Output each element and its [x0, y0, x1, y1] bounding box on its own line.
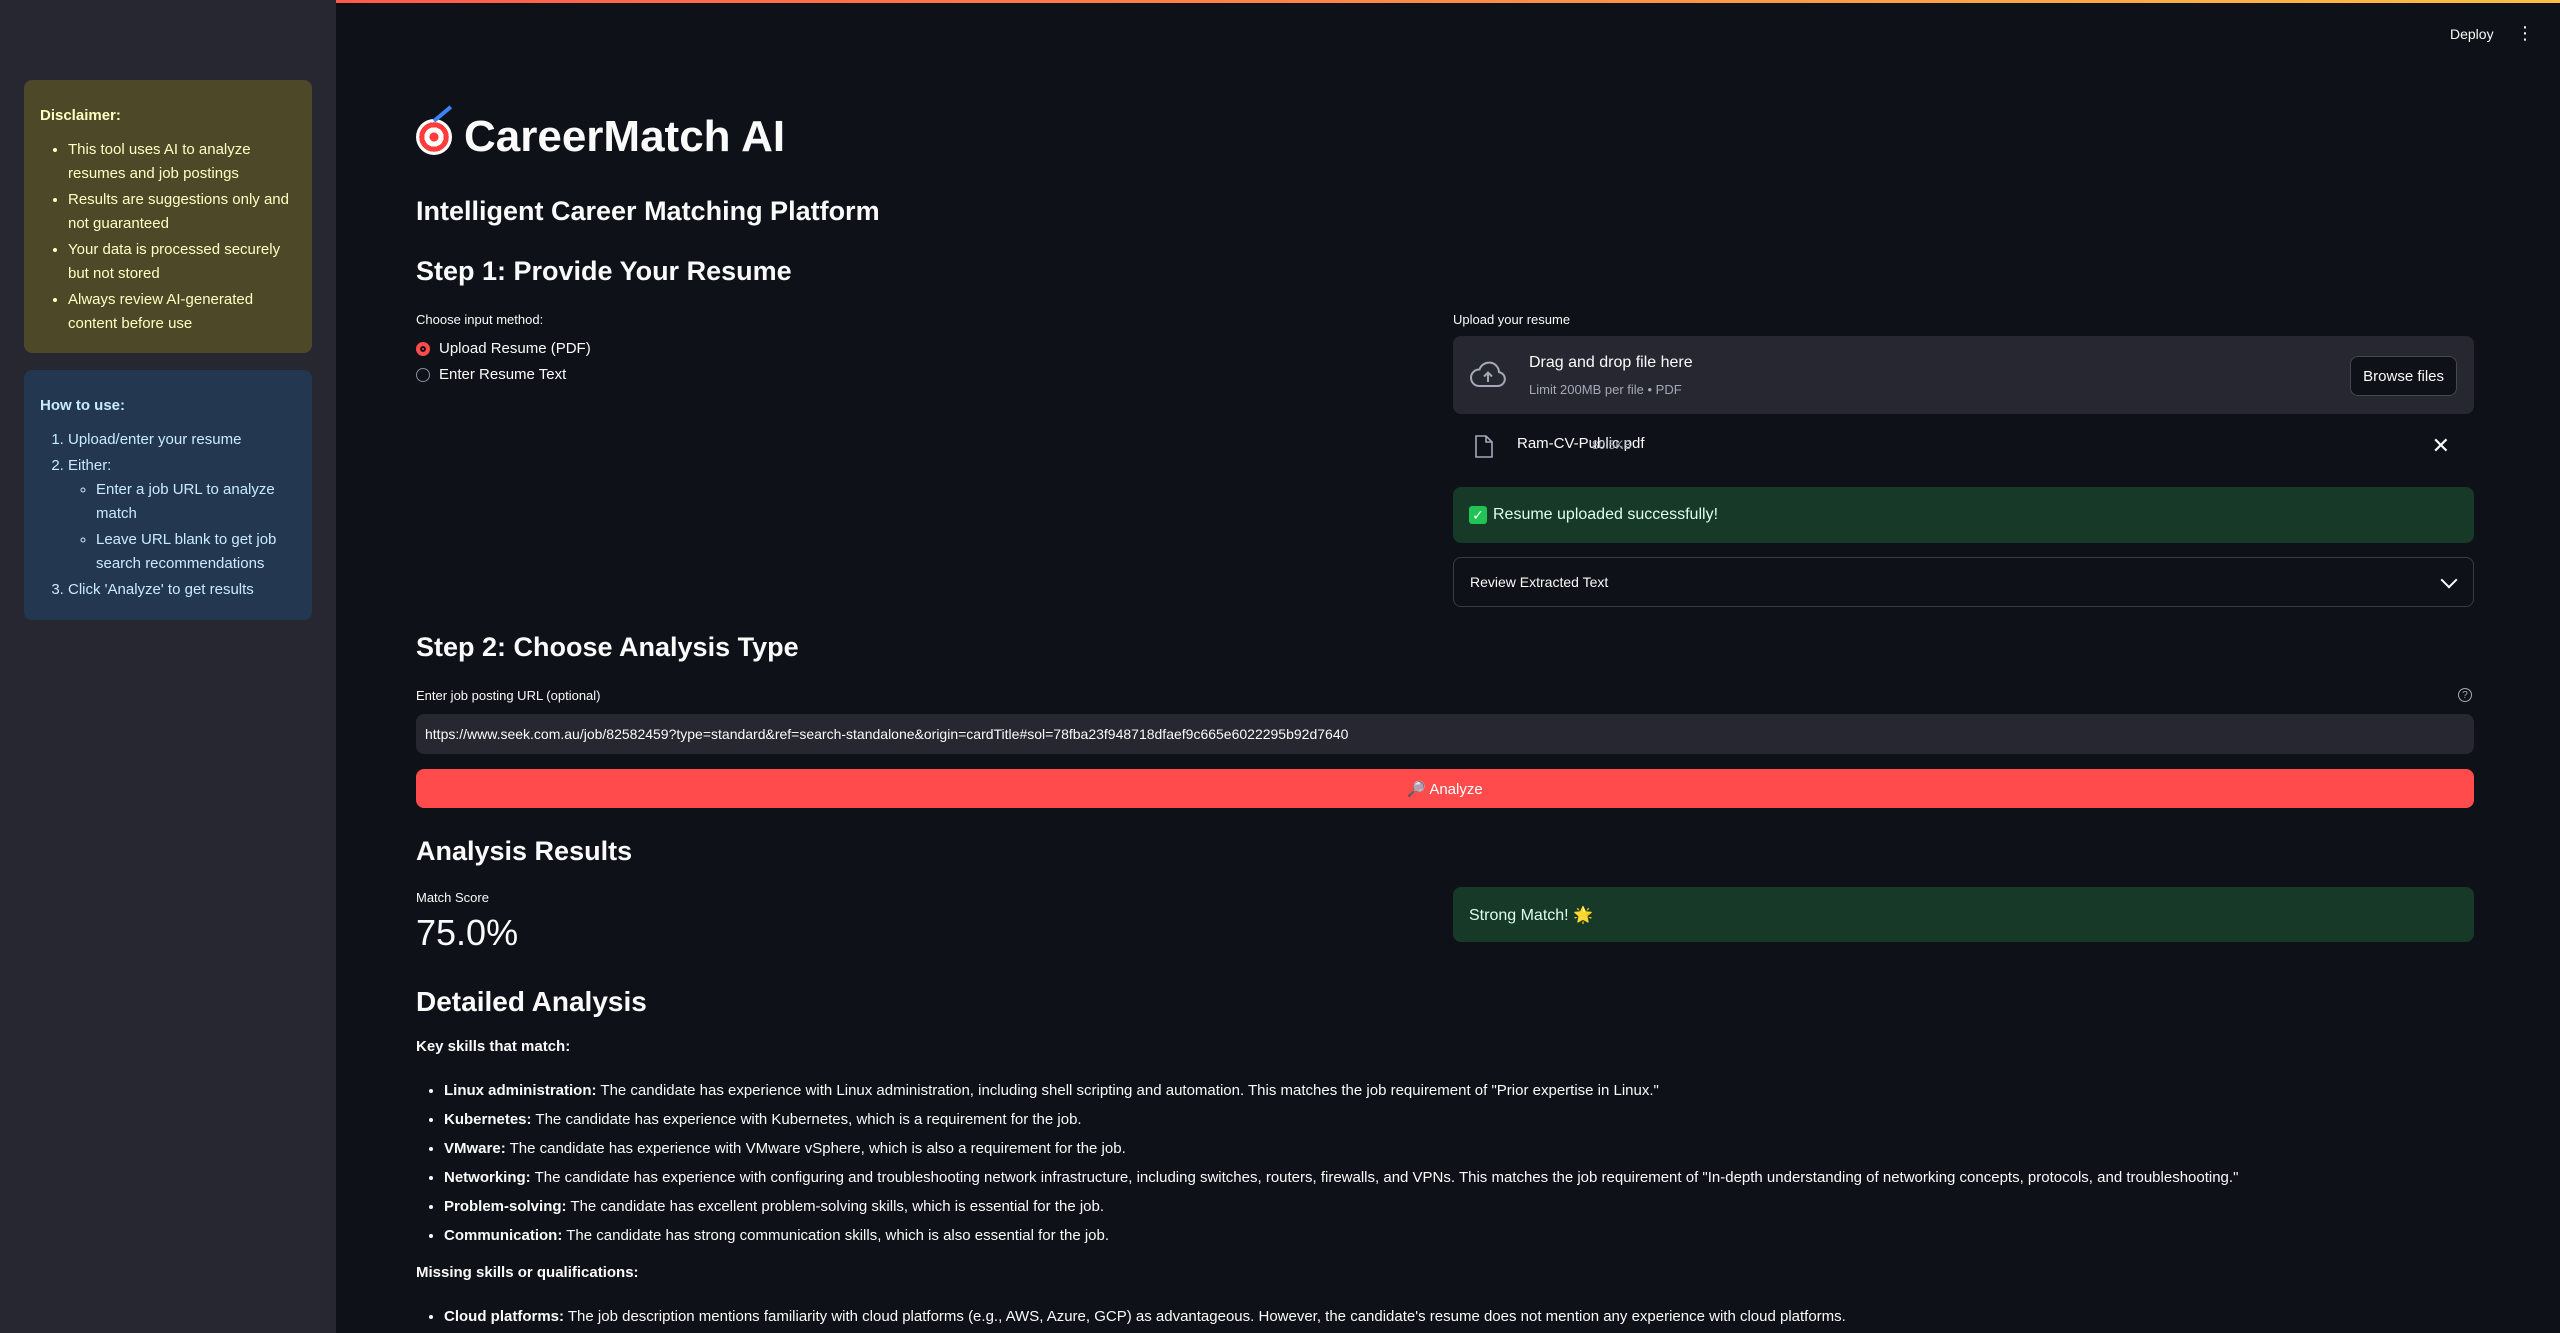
skill-text: The candidate has experience with config… — [530, 1169, 2239, 1186]
skill-text: The candidate has excellent problem-solv… — [566, 1198, 1105, 1215]
skill-text: The job description mentions familiarity… — [564, 1308, 1846, 1325]
match-score-label: Match Score — [416, 890, 489, 905]
how-to-sub-item: Enter a job URL to analyze match — [96, 478, 296, 526]
page-subtitle: Intelligent Career Matching Platform — [416, 196, 880, 226]
chevron-down-icon — [2440, 571, 2458, 589]
help-icon[interactable]: ? — [2458, 688, 2472, 702]
remove-file-icon[interactable]: ✕ — [2426, 432, 2456, 460]
browse-files-button[interactable]: Browse files — [2350, 356, 2457, 396]
list-item: Communication: The candidate has strong … — [444, 1221, 2502, 1250]
disclaimer-item: Your data is processed securely but not … — [68, 238, 296, 286]
success-message: Resume uploaded successfully! — [1493, 506, 1719, 523]
disclaimer-item: Results are suggestions only and not gua… — [68, 188, 296, 236]
analyze-button[interactable]: 🔎 Analyze — [416, 769, 2474, 808]
list-item: Networking: The candidate has experience… — [444, 1163, 2502, 1192]
radio-enter-text[interactable]: Enter Resume Text — [416, 366, 566, 383]
disclaimer-card: Disclaimer: This tool uses AI to analyze… — [24, 80, 312, 353]
results-heading: Analysis Results — [416, 836, 633, 866]
how-to-sub-list: Enter a job URL to analyze match Leave U… — [68, 478, 296, 576]
missing-skills-title: Missing skills or qualifications: — [416, 1264, 639, 1281]
sidebar: Disclaimer: This tool uses AI to analyze… — [0, 0, 336, 1333]
verdict-text: Strong Match! 🌟 — [1469, 906, 1593, 924]
skill-name: Communication: — [444, 1227, 563, 1244]
check-icon: ✓ — [1469, 506, 1487, 524]
how-to-use-card: How to use: Upload/enter your resume Eit… — [24, 370, 312, 620]
upload-success-alert: ✓ Resume uploaded successfully! — [1453, 487, 2474, 543]
how-to-step-label: Either: — [68, 457, 112, 474]
file-dropzone[interactable]: Drag and drop file here Limit 200MB per … — [1453, 336, 2474, 414]
disclaimer-item: This tool uses AI to analyze resumes and… — [68, 138, 296, 186]
input-method-label: Choose input method: — [416, 312, 544, 327]
skill-name: Linux administration: — [444, 1082, 597, 1099]
upload-label: Upload your resume — [1453, 312, 1571, 327]
disclaimer-item: Always review AI-generated content befor… — [68, 288, 296, 336]
skill-name: Networking: — [444, 1169, 531, 1186]
missing-skills-list: Cloud platforms: The job description men… — [416, 1302, 2502, 1331]
list-item: Linux administration: The candidate has … — [444, 1076, 2502, 1105]
job-url-input[interactable] — [416, 714, 2474, 754]
detailed-analysis-heading: Detailed Analysis — [416, 986, 647, 1017]
skill-text: The candidate has strong communication s… — [562, 1227, 1110, 1244]
list-item: Cloud platforms: The job description men… — [444, 1302, 2502, 1331]
target-icon — [416, 119, 452, 155]
job-url-label: Enter job posting URL (optional) — [416, 688, 601, 703]
page-title: CareerMatch AI — [416, 112, 785, 162]
radio-selected-icon[interactable] — [416, 341, 430, 356]
how-to-step: Upload/enter your resume — [68, 428, 296, 452]
match-score-value: 75.0% — [416, 912, 519, 953]
skill-text: The candidate has experience with VMware… — [505, 1140, 1126, 1157]
how-to-step: Either: Enter a job URL to analyze match… — [68, 454, 296, 576]
radio-upload-resume[interactable]: Upload Resume (PDF) — [416, 340, 591, 357]
review-extracted-text-expander[interactable]: Review Extracted Text — [1453, 557, 2474, 607]
file-size: 80.5KB — [1592, 438, 1632, 452]
skill-name: VMware: — [444, 1140, 506, 1157]
dropzone-title: Drag and drop file here — [1529, 354, 1693, 371]
skill-text: The candidate has experience with Kubern… — [531, 1111, 1082, 1128]
page-title-text: CareerMatch AI — [464, 112, 786, 161]
list-item: VMware: The candidate has experience wit… — [444, 1134, 2502, 1163]
list-item: Kubernetes: The candidate has experience… — [444, 1105, 2502, 1134]
skill-name: Cloud platforms: — [444, 1308, 564, 1325]
match-verdict-alert: Strong Match! 🌟 — [1453, 887, 2474, 942]
file-icon — [1475, 435, 1493, 458]
matching-skills-list: Linux administration: The candidate has … — [416, 1076, 2502, 1250]
disclaimer-list: This tool uses AI to analyze resumes and… — [40, 138, 296, 336]
step2-heading: Step 2: Choose Analysis Type — [416, 632, 799, 662]
cloud-upload-icon — [1470, 361, 1506, 387]
radio-unselected-icon[interactable] — [416, 367, 430, 382]
main-menu-icon[interactable]: ⋮ — [2516, 24, 2534, 42]
main-content: CareerMatch AI Intelligent Career Matchi… — [416, 0, 2474, 1333]
skill-text: The candidate has experience with Linux … — [596, 1082, 1659, 1099]
skill-name: Kubernetes: — [444, 1111, 532, 1128]
how-to-sub-item: Leave URL blank to get job search recomm… — [96, 528, 296, 576]
how-to-step: Click 'Analyze' to get results — [68, 578, 296, 602]
expander-label: Review Extracted Text — [1470, 574, 1609, 590]
radio-label: Enter Resume Text — [439, 366, 567, 383]
dropzone-limit: Limit 200MB per file • PDF — [1529, 382, 1682, 397]
matching-skills-title: Key skills that match: — [416, 1038, 571, 1055]
uploaded-file-row: Ram-CV-Public.pdf 80.5KB ✕ — [1453, 430, 2474, 466]
list-item: Problem-solving: The candidate has excel… — [444, 1192, 2502, 1221]
radio-label: Upload Resume (PDF) — [439, 340, 591, 357]
how-to-use-title: How to use: — [40, 397, 125, 414]
disclaimer-title: Disclaimer: — [40, 107, 121, 124]
step1-heading: Step 1: Provide Your Resume — [416, 256, 792, 286]
how-to-use-steps: Upload/enter your resume Either: Enter a… — [40, 428, 296, 602]
skill-name: Problem-solving: — [444, 1198, 567, 1215]
